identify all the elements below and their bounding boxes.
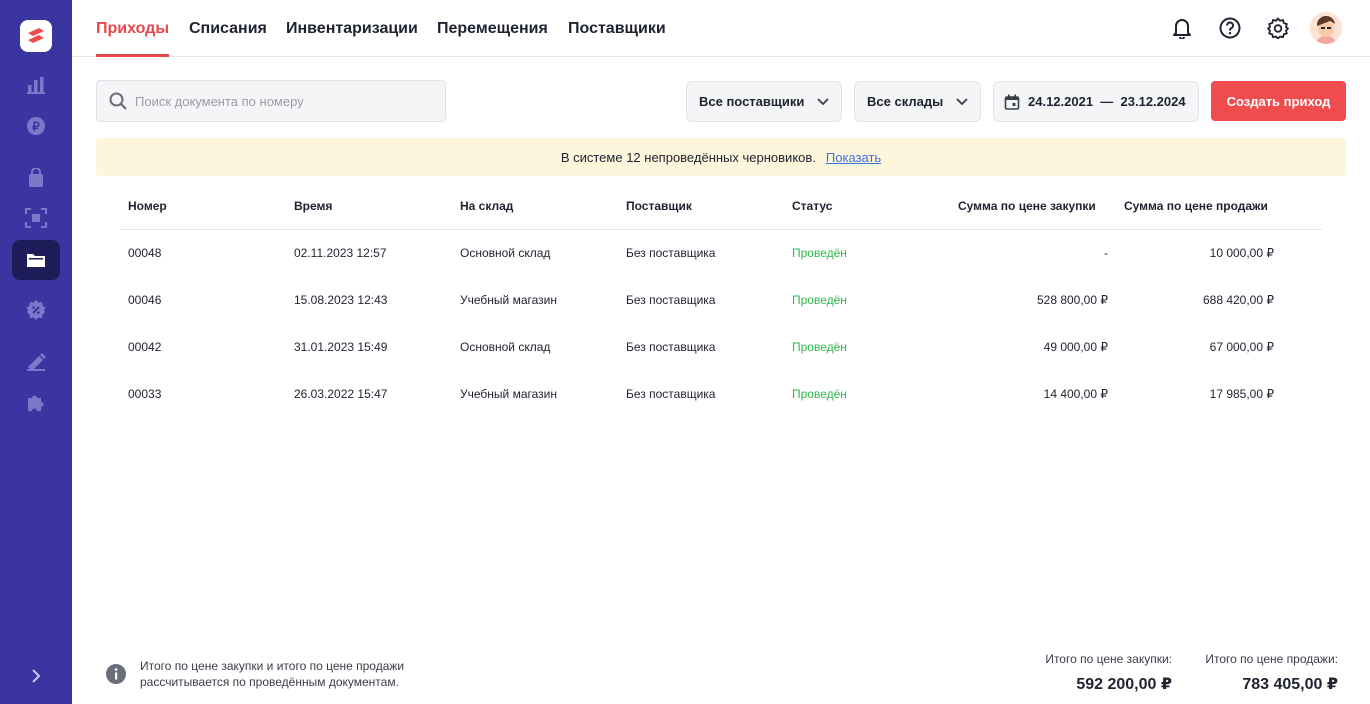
cell-warehouse: Основной склад: [460, 339, 551, 354]
help-icon[interactable]: [1218, 16, 1242, 40]
column-header-status[interactable]: Статус: [792, 182, 832, 230]
scan-icon[interactable]: [12, 198, 60, 238]
avatar[interactable]: [1310, 12, 1342, 44]
table-header: Номер Время На склад Поставщик Статус Су…: [120, 182, 1322, 230]
marketing-icon[interactable]: [12, 342, 60, 382]
cell-warehouse: Основной склад: [460, 245, 551, 260]
warehouse-filter-value: Все склады: [867, 94, 944, 109]
column-header-sale-sum[interactable]: Сумма по цене продажи: [1124, 182, 1268, 230]
column-header-supplier[interactable]: Поставщик: [626, 182, 692, 230]
integrations-icon[interactable]: [12, 382, 60, 422]
chevron-down-icon: [956, 97, 968, 105]
cell-number: 00046: [128, 292, 162, 307]
sidebar: ₽: [0, 0, 72, 704]
drafts-banner: В системе 12 непроведённых черновиков. П…: [96, 138, 1346, 176]
date-range-picker[interactable]: 24.12.2021 — 23.12.2024: [993, 81, 1199, 122]
show-drafts-link[interactable]: Показать: [826, 150, 881, 165]
cell-number: 00042: [128, 339, 162, 354]
column-header-number[interactable]: Номер: [128, 182, 167, 230]
drafts-banner-text: В системе 12 непроведённых черновиков.: [560, 149, 816, 165]
table-row[interactable]: 00033 26.03.2022 15:47 Учебный магазин Б…: [120, 370, 1322, 417]
cell-sale-sum: 688 420,00 ₽: [1202, 292, 1274, 307]
tab-write-offs[interactable]: Списания: [189, 0, 267, 57]
cell-status: Проведён: [792, 292, 847, 307]
sale-total-label: Итого по цене продажи:: [1205, 652, 1338, 666]
cell-status: Проведён: [792, 339, 847, 354]
expand-icon[interactable]: [24, 664, 48, 688]
cell-supplier: Без поставщика: [626, 245, 716, 260]
shop-bag-icon[interactable]: [12, 158, 60, 198]
cell-purchase-sum: -: [1104, 245, 1108, 260]
top-navigation: Приходы Списания Инвентаризации Перемеще…: [72, 0, 1370, 57]
supplier-filter[interactable]: Все поставщики: [686, 81, 842, 122]
finance-icon[interactable]: ₽: [12, 106, 60, 146]
logo-icon[interactable]: [20, 20, 52, 52]
cell-time: 31.01.2023 15:49: [294, 339, 388, 354]
purchase-total-value: 592 200,00 ₽: [1076, 676, 1172, 693]
cell-status: Проведён: [792, 245, 847, 260]
svg-text:₽: ₽: [32, 120, 40, 134]
search-input[interactable]: [135, 93, 425, 109]
cell-warehouse: Учебный магазин: [460, 292, 557, 307]
bell-icon[interactable]: [1170, 16, 1194, 40]
table-row[interactable]: 00048 02.11.2023 12:57 Основной склад Бе…: [120, 229, 1322, 276]
cell-number: 00033: [128, 386, 162, 401]
tab-suppliers[interactable]: Поставщики: [568, 0, 666, 57]
table-row[interactable]: 00046 15.08.2023 12:43 Учебный магазин Б…: [120, 276, 1322, 323]
tab-transfers[interactable]: Перемещения: [437, 0, 548, 57]
gear-icon[interactable]: [1266, 16, 1290, 40]
supplier-filter-value: Все поставщики: [699, 94, 805, 109]
tab-inventories[interactable]: Инвентаризации: [286, 0, 418, 57]
cell-time: 26.03.2022 15:47: [294, 386, 388, 401]
cell-purchase-sum: 49 000,00 ₽: [1043, 339, 1108, 354]
search-box[interactable]: [96, 80, 446, 122]
cell-time: 02.11.2023 12:57: [294, 245, 387, 260]
column-header-time[interactable]: Время: [294, 182, 332, 230]
chevron-down-icon: [817, 97, 829, 105]
column-header-warehouse[interactable]: На склад: [460, 182, 513, 230]
cell-purchase-sum: 14 400,00 ₽: [1043, 386, 1108, 401]
cell-status: Проведён: [792, 386, 847, 401]
cell-purchase-sum: 528 800,00 ₽: [1036, 292, 1108, 307]
date-range-value: 24.12.2021 — 23.12.2024: [1028, 94, 1186, 109]
cell-supplier: Без поставщика: [626, 339, 716, 354]
cell-warehouse: Учебный магазин: [460, 386, 557, 401]
warehouse-folder-icon[interactable]: [12, 240, 60, 280]
cell-number: 00048: [128, 245, 162, 260]
discount-icon[interactable]: [12, 290, 60, 330]
cell-supplier: Без поставщика: [626, 292, 716, 307]
info-icon: [105, 663, 127, 685]
cell-sale-sum: 17 985,00 ₽: [1209, 386, 1274, 401]
sale-total-value: 783 405,00 ₽: [1242, 676, 1338, 693]
calendar-icon: [1004, 94, 1020, 110]
cell-supplier: Без поставщика: [626, 386, 716, 401]
analytics-icon[interactable]: [12, 65, 60, 105]
purchase-total-label: Итого по цене закупки:: [1045, 652, 1172, 666]
cell-sale-sum: 67 000,00 ₽: [1209, 339, 1274, 354]
search-icon: [109, 92, 127, 110]
cell-time: 15.08.2023 12:43: [294, 292, 388, 307]
totals-info-text: Итого по цене закупки и итого по цене пр…: [140, 659, 405, 689]
table-row[interactable]: 00042 31.01.2023 15:49 Основной склад Бе…: [120, 323, 1322, 370]
tab-incoming[interactable]: Приходы: [96, 0, 169, 57]
cell-sale-sum: 10 000,00 ₽: [1209, 245, 1274, 260]
warehouse-filter[interactable]: Все склады: [854, 81, 981, 122]
column-header-purchase-sum[interactable]: Сумма по цене закупки: [958, 182, 1096, 230]
create-incoming-button[interactable]: Создать приход: [1211, 81, 1346, 121]
